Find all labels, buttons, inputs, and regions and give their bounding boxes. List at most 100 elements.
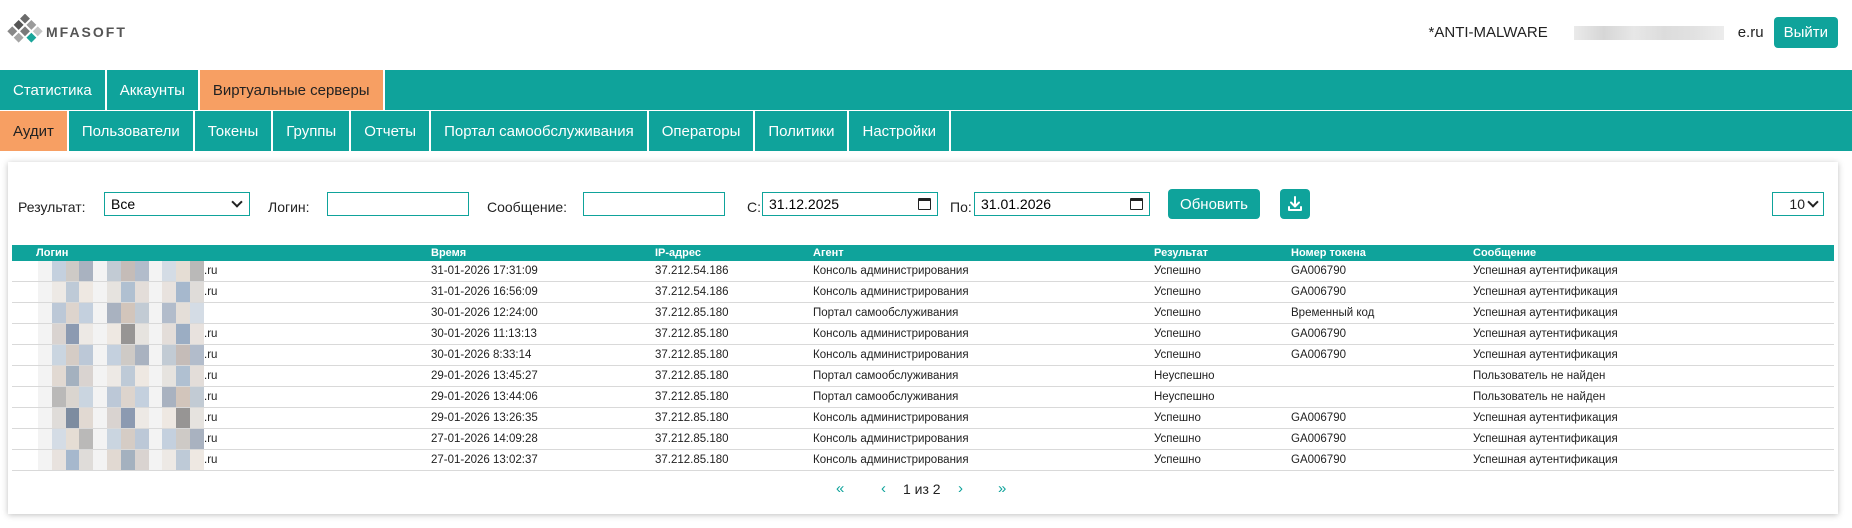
redaction-block [148,387,163,407]
redaction-block [176,345,191,365]
cell-time: 29-01-2026 13:45:27 [431,370,538,382]
redaction-block [190,366,204,386]
redaction-block [176,387,191,407]
cell-result: Успешно [1154,454,1201,466]
result-select[interactable]: Все [104,192,250,216]
first-page-button[interactable]: « [836,480,844,497]
tab-audit[interactable]: Аудит [0,111,69,151]
cell-ip: 37.212.54.186 [655,265,729,277]
redaction-block [79,324,94,344]
tab-accounts[interactable]: Аккаунты [107,70,200,110]
cell-login: .ru [204,412,218,424]
audit-panel: Результат: Все Логин: Сообщение: С: 31.1… [8,162,1838,514]
download-icon [1288,196,1302,211]
tab-label: Статистика [13,81,92,99]
filter-bar: Результат: Все Логин: Сообщение: С: 31.1… [8,189,1838,224]
redaction-block [65,366,80,386]
table-row[interactable]: .ru 30-01-2026 11:13:13 37.212.85.180 Консо… [12,324,1834,345]
redaction-block [107,366,121,386]
redaction-block [79,429,94,449]
org-name: *ANTI-MALWARE [1428,24,1548,41]
redaction-block [51,261,66,281]
redaction-block [107,261,121,281]
redaction-block [176,261,191,281]
redaction-block [120,429,135,449]
table-row[interactable]: .ru 30-01-2026 8:33:14 37.212.85.180 Консол… [12,345,1834,366]
tab-settings[interactable]: Настройки [849,111,952,151]
redaction-block [93,387,108,407]
tab-groups[interactable]: Группы [273,111,352,151]
cell-login: .ru [204,433,218,445]
logout-button[interactable]: Выйти [1773,17,1838,48]
table-row[interactable]: .ru 27-01-2026 13:02:37 37.212.85.180 Консо… [12,450,1834,471]
table-row[interactable]: .ru 29-01-2026 13:26:35 37.212.85.180 Консо… [12,408,1834,429]
col-result[interactable]: Результат [1154,247,1208,259]
login-redaction [38,429,204,449]
tab-reports[interactable]: Отчеты [351,111,432,151]
login-input[interactable] [327,192,469,216]
col-agent[interactable]: Агент [813,247,844,259]
cell-time: 29-01-2026 13:26:35 [431,412,538,424]
page-size-value: 10 [1789,196,1805,212]
tab-self-service-portal[interactable]: Портал самообслуживания [431,111,649,151]
redaction-block [65,429,80,449]
table-row[interactable]: 30-01-2026 12:24:00 37.212.85.180 Портал с… [12,303,1834,324]
col-ip[interactable]: IP-адрес [655,247,701,259]
redaction-block [79,303,94,323]
tab-label: Группы [286,122,337,140]
redaction-block [176,408,191,428]
redaction-block [148,408,163,428]
cell-login: .ru [204,349,218,361]
calendar-icon[interactable] [918,198,931,210]
col-time[interactable]: Время [431,247,466,259]
audit-table: Логин Время IP-адрес Агент Результат Ном… [12,245,1834,471]
tab-tokens[interactable]: Токены [195,111,274,151]
cell-message: Успешная аутентификация [1473,328,1618,340]
prev-page-button[interactable]: ‹ [881,480,886,497]
calendar-icon[interactable] [1130,198,1143,210]
col-token[interactable]: Номер токена [1291,247,1366,259]
refresh-button[interactable]: Обновить [1168,189,1260,219]
from-date-input[interactable]: 31.12.2025 [762,192,938,216]
chevron-down-icon [231,196,243,208]
cell-agent: Портал самообслуживания [813,370,959,382]
redaction-block [51,408,66,428]
col-login[interactable]: Логин [36,247,68,259]
redaction-block [120,387,135,407]
last-page-button[interactable]: » [998,480,1006,497]
redaction-block [51,282,66,302]
cell-ip: 37.212.85.180 [655,328,729,340]
redaction-block [190,303,204,323]
redaction-block [93,366,108,386]
tab-policies[interactable]: Политики [755,111,850,151]
table-row[interactable]: .ru 29-01-2026 13:45:27 37.212.85.180 Порта… [12,366,1834,387]
redaction-block [190,450,204,470]
redaction-block [38,303,52,323]
col-message[interactable]: Сообщение [1473,247,1536,259]
to-date-input[interactable]: 31.01.2026 [974,192,1150,216]
table-row[interactable]: .ru 31-01-2026 17:31:09 37.212.54.186 Консо… [12,261,1834,282]
redaction-block [38,261,52,281]
tab-statistics[interactable]: Статистика [0,70,107,110]
download-button[interactable] [1280,189,1310,219]
tab-label: Пользователи [81,122,180,140]
tab-virtual-servers[interactable]: Виртуальные серверы [199,70,385,110]
redaction-block [93,345,108,365]
table-row[interactable]: .ru 29-01-2026 13:44:06 37.212.85.180 Порта… [12,387,1834,408]
table-row[interactable]: .ru 27-01-2026 14:09:28 37.212.85.180 Консо… [12,429,1834,450]
message-input[interactable] [583,192,725,216]
cell-agent: Консоль администрирования [813,265,969,277]
table-row[interactable]: .ru 31-01-2026 16:56:09 37.212.54.186 Консо… [12,282,1834,303]
cell-login: .ru [204,328,218,340]
next-page-button[interactable]: › [958,480,963,497]
redaction-block [51,450,66,470]
tab-users[interactable]: Пользователи [69,111,195,151]
email-suffix: e.ru [1737,24,1764,41]
cell-message: Успешная аутентификация [1473,433,1618,445]
cell-login: .ru [204,454,218,466]
redaction-block [162,345,177,365]
cell-message: Успешная аутентификация [1473,265,1618,277]
tab-operators[interactable]: Операторы [649,111,756,151]
page-size-select[interactable]: 10 [1772,192,1824,216]
cell-token: GA006790 [1291,328,1346,340]
